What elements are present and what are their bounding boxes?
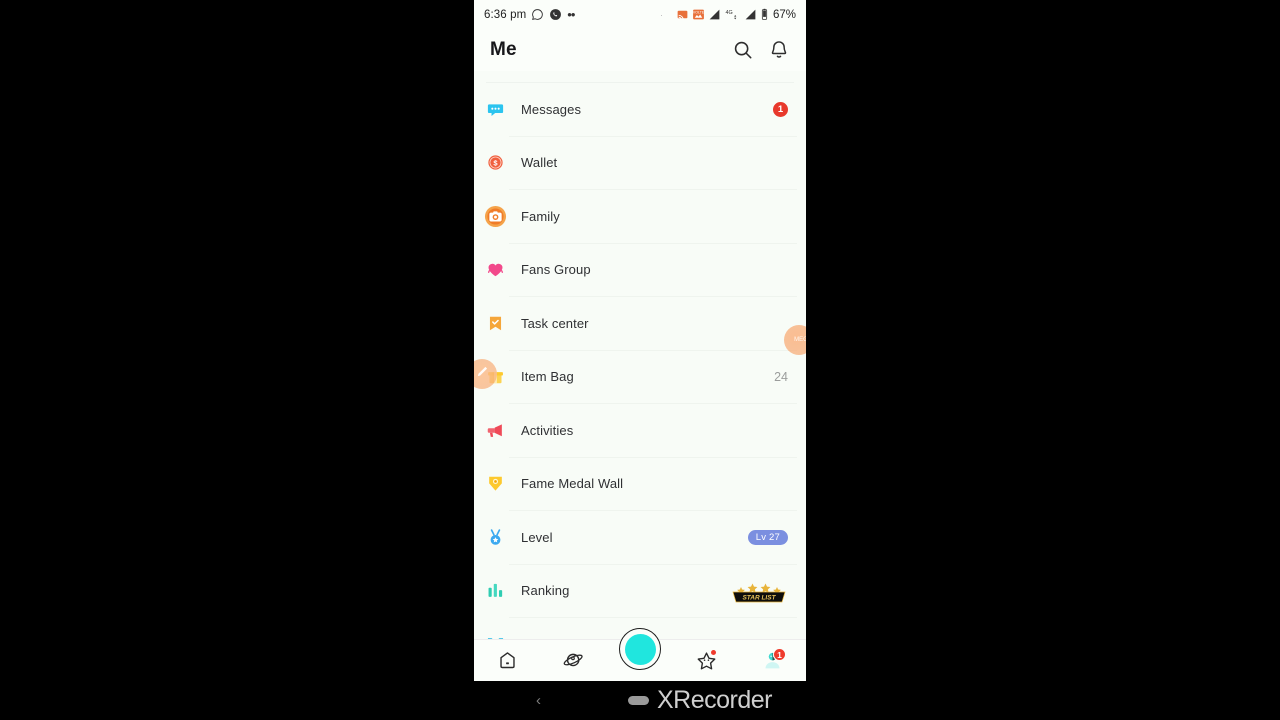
whatsapp-icon: [531, 8, 544, 21]
battery-percent: 67%: [772, 8, 796, 21]
more-dots-icon: ••: [567, 7, 575, 22]
xrecorder-label: XRecorder: [657, 686, 773, 714]
status-bar: 6:36 pm •• · VOLTE 4G 67%: [474, 0, 806, 29]
network-4g-icon: 4G: [724, 8, 741, 21]
menu-item-wallet[interactable]: $ Wallet: [474, 137, 806, 190]
menu-item-fans-group[interactable]: Fans Group: [474, 244, 806, 297]
battery-icon: [760, 8, 769, 21]
bell-icon[interactable]: [768, 39, 790, 61]
nav-live[interactable]: [607, 628, 673, 681]
signal2-icon: [744, 8, 757, 21]
menu-item-task-center[interactable]: Task center: [474, 297, 806, 350]
menu-item-item-bag[interactable]: Item Bag 24: [474, 351, 806, 404]
xrecorder-pill-icon: [628, 696, 649, 705]
menu-item-label: Activities: [521, 422, 574, 438]
chat-bubble-icon: [486, 100, 505, 119]
app-header: Me: [474, 29, 806, 71]
dim-dot-icon: ·: [659, 9, 663, 20]
menu-item-right: Lv 27: [747, 529, 788, 545]
star-list-text: STAR LIST: [742, 594, 776, 601]
floating-promo-bubble-right[interactable]: MEGA: [784, 325, 806, 355]
menu-item-messages[interactable]: Messages 1: [474, 83, 806, 136]
menu-item-right: STAR LIST: [730, 578, 788, 604]
pencil-icon: [474, 363, 491, 386]
nav-home[interactable]: [474, 640, 540, 681]
item-count: 24: [774, 369, 788, 384]
header-actions: [732, 39, 790, 61]
back-chevron-icon[interactable]: ‹: [536, 692, 541, 709]
menu-item-ranking[interactable]: Ranking STAR LIST: [474, 565, 806, 618]
menu-item-label: Ranking: [521, 583, 570, 599]
menu-item-label: Wallet: [521, 155, 558, 171]
live-button-core: [624, 633, 656, 665]
menu-item-family[interactable]: Family: [474, 190, 806, 243]
live-button[interactable]: [619, 628, 662, 670]
heart-icon: [486, 260, 505, 279]
phone-screen: 6:36 pm •• · VOLTE 4G 67% Me Messages 1 …: [474, 0, 806, 681]
menu-item-label: Fame Medal Wall: [521, 476, 624, 492]
status-bar-right: · VOLTE 4G 67%: [660, 8, 796, 21]
status-time: 6:36 pm: [484, 8, 527, 21]
nav-star[interactable]: [673, 640, 739, 681]
menu-item-fame-medal-wall[interactable]: Fame Medal Wall: [474, 458, 806, 511]
page-title: Me: [490, 39, 517, 60]
status-bar-left: 6:36 pm ••: [484, 7, 575, 22]
megaphone-icon: [486, 421, 505, 440]
volte-icon: VOLTE: [692, 8, 705, 21]
recorder-watermark-bar: ‹ XRecorder: [0, 681, 1280, 720]
menu-item-right: 1: [773, 101, 788, 117]
menu-item-label: Messages: [521, 101, 582, 117]
menu-item-label: Item Bag: [521, 369, 574, 385]
menu-item-label: Task center: [521, 315, 589, 331]
menu-item-label: Fans Group: [521, 262, 591, 278]
home-icon: [500, 652, 515, 669]
menu-item-right: 24: [774, 370, 788, 384]
search-icon[interactable]: [732, 39, 754, 61]
menu-list: Messages 1 $ Wallet Family Fans Group Ta…: [474, 83, 806, 671]
menu-item-activities[interactable]: Activities: [474, 404, 806, 457]
nav-me-badge: 1: [773, 648, 787, 661]
nav-star-dot-badge: [710, 650, 716, 655]
cast-icon: [676, 8, 689, 21]
medal-icon: [486, 528, 505, 547]
task-check-icon: [486, 314, 505, 333]
coin-dollar-icon: $: [486, 153, 505, 172]
phone-icon: [549, 8, 562, 21]
nav-me[interactable]: 1: [740, 640, 806, 681]
bar-chart-icon: [486, 581, 505, 600]
level-badge: Lv 27: [747, 529, 788, 545]
menu-item-label: Level: [521, 529, 553, 545]
nav-explore[interactable]: [540, 640, 606, 681]
signal-icon: [708, 8, 721, 21]
menu-item-label: Family: [521, 208, 560, 224]
svg-text:4G: 4G: [725, 10, 732, 16]
menu-item-level[interactable]: Level Lv 27: [474, 511, 806, 564]
screen-root: 6:36 pm •• · VOLTE 4G 67% Me Messages 1 …: [0, 0, 1280, 720]
camera-circle-icon: [484, 205, 507, 228]
status-badge: 1: [773, 101, 788, 117]
bottom-navigation: 1: [474, 628, 806, 681]
floating-bubble-text: MEGA: [794, 337, 806, 343]
svg-text:VOLTE: VOLTE: [693, 10, 705, 14]
star-list-badge: STAR LIST: [730, 578, 788, 604]
shield-medal-icon: [486, 474, 505, 493]
planet-icon: [563, 653, 583, 667]
xrecorder-logo: XRecorder: [628, 686, 773, 715]
